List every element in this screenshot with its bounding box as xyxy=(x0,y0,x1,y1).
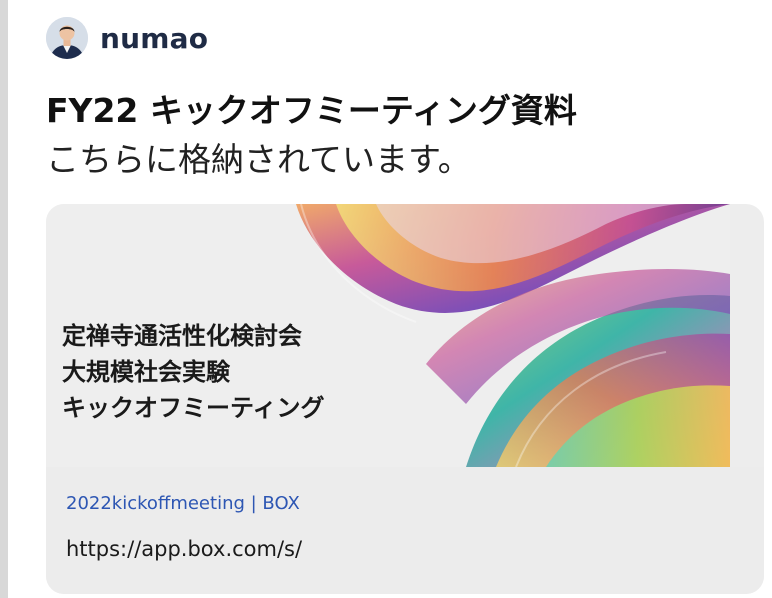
link-preview-image-text: 定禅寺通活性化検討会 大規模社会実験 キックオフミーティング xyxy=(62,318,325,426)
link-preview-footer[interactable]: 2022kickoffmeeting | BOX https://app.box… xyxy=(46,467,764,594)
message-text: こちらに格納されています。 xyxy=(46,140,471,179)
image-text-line: 大規模社会実験 xyxy=(62,358,230,386)
image-text-line: 定禅寺通活性化検討会 xyxy=(62,322,302,350)
avatar-photo xyxy=(46,17,88,59)
quote-bar xyxy=(0,0,8,598)
link-preview-image[interactable]: 定禅寺通活性化検討会 大規模社会実験 キックオフミーティング xyxy=(46,204,730,467)
avatar[interactable] xyxy=(46,17,88,59)
link-preview-card[interactable]: 定禅寺通活性化検討会 大規模社会実験 キックオフミーティング 2022kicko… xyxy=(46,204,764,594)
image-text-line: キックオフミーティング xyxy=(62,394,325,422)
author-name[interactable]: numao xyxy=(100,22,208,55)
link-preview-url[interactable]: https://app.box.com/s/ xyxy=(66,537,302,561)
link-preview-site[interactable]: 2022kickoffmeeting | BOX xyxy=(66,493,300,514)
message-title: FY22 キックオフミーティング資料 xyxy=(46,91,577,130)
message-author[interactable]: numao xyxy=(46,16,208,60)
